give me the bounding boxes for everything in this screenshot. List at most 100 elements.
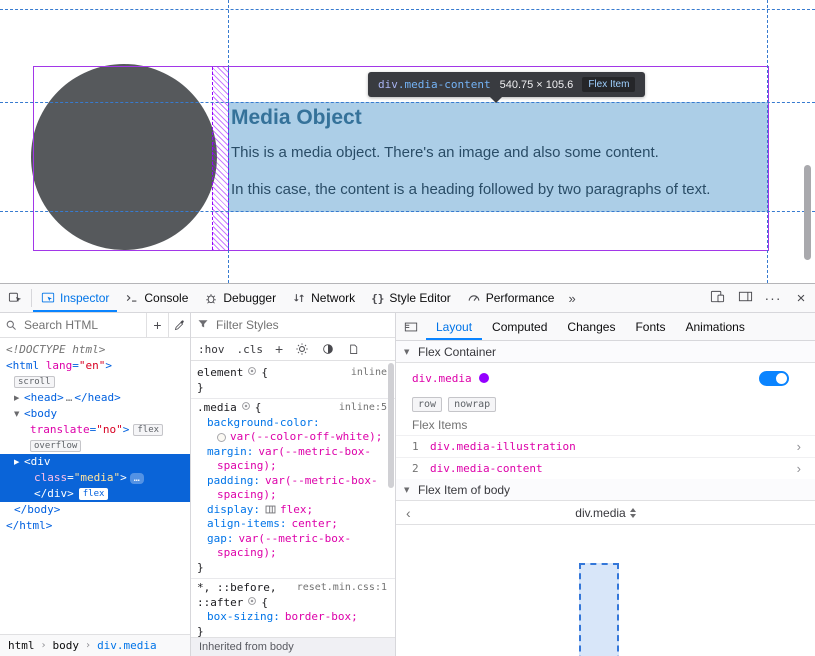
rule-source-link[interactable]: reset.min.css:1 — [297, 581, 395, 596]
property-value[interactable]: var(--metric-box- — [265, 474, 378, 489]
flex-item-selector[interactable]: div.media — [575, 506, 635, 520]
rule-selector[interactable]: .media — [197, 401, 237, 416]
flex-overlay-toggle[interactable] — [759, 371, 789, 386]
tab-inspector[interactable]: Inspector — [33, 284, 117, 312]
tab-fonts[interactable]: Fonts — [625, 313, 675, 340]
devtools-panels: + <!DOCTYPE html> <html lang="en"> scrol… — [0, 313, 815, 656]
tab-console[interactable]: Console — [117, 284, 196, 312]
property-value[interactable]: center; — [291, 517, 337, 532]
tab-computed[interactable]: Computed — [482, 313, 557, 340]
property-name[interactable]: gap: — [207, 532, 234, 547]
pseudo-class-button[interactable]: :hov — [198, 343, 225, 356]
tab-style-editor[interactable]: {} Style Editor — [363, 284, 459, 312]
guide-line-vertical — [767, 0, 768, 283]
infobar-tag: div — [378, 78, 398, 91]
filter-styles-input[interactable] — [214, 317, 395, 333]
tab-performance[interactable]: Performance — [459, 284, 563, 312]
light-scheme-icon[interactable] — [295, 342, 309, 356]
body-attributes-line[interactable]: translate="no">flex — [0, 422, 190, 438]
flex-item-name[interactable]: div.media-illustration — [430, 440, 576, 453]
class-toggle-button[interactable]: .cls — [237, 343, 264, 356]
flex-overlay-color-swatch[interactable] — [479, 373, 489, 383]
back-arrow-icon[interactable]: ‹ — [406, 505, 411, 521]
flex-badge[interactable]: flex — [133, 424, 163, 436]
inspector-icon — [41, 291, 55, 305]
network-icon — [292, 291, 306, 305]
body-close-node[interactable]: </body> — [0, 502, 190, 518]
flex-direction-badges: row nowrap — [396, 393, 815, 415]
tab-layout[interactable]: Layout — [426, 313, 482, 340]
flex-badge-active[interactable]: flex — [79, 488, 109, 500]
property-name[interactable]: margin: — [207, 445, 253, 460]
responsive-design-button[interactable] — [703, 284, 731, 312]
property-value[interactable]: var(--metric-box- — [258, 445, 371, 460]
selected-div-media-node[interactable]: ▶<div class="media">… </div>flex — [0, 454, 190, 502]
body-node[interactable]: ▼<body — [0, 406, 190, 422]
flex-direction-badge: row — [412, 397, 442, 412]
print-media-icon[interactable] — [347, 343, 360, 356]
devtools-toolbar: Inspector Console Debugger Network {} St… — [0, 284, 815, 313]
tab-debugger[interactable]: Debugger — [196, 284, 284, 312]
breadcrumb-html[interactable]: html — [8, 639, 35, 652]
twisty-closed-icon[interactable]: ▶ — [14, 454, 24, 470]
rule-selector[interactable]: *, ::before, — [197, 581, 276, 596]
selector-highlighter-icon[interactable] — [241, 401, 251, 416]
property-name[interactable]: align-items: — [207, 517, 286, 532]
selector-highlighter-icon[interactable] — [247, 596, 257, 611]
breadcrumb-div-media[interactable]: div.media — [97, 639, 157, 652]
property-value[interactable]: var(--color-off-white); — [230, 430, 382, 445]
tab-network[interactable]: Network — [284, 284, 363, 312]
rule-selector[interactable]: ::after — [197, 596, 243, 611]
close-devtools-button[interactable]: × — [787, 284, 815, 312]
selector-highlighter-icon[interactable] — [247, 366, 257, 381]
page-scrollbar[interactable] — [804, 165, 811, 260]
property-name[interactable]: box-sizing: — [207, 610, 280, 625]
inline-ellipsis-button[interactable]: … — [130, 473, 144, 484]
filter-icon — [197, 318, 209, 333]
more-tabs-button[interactable]: » — [562, 284, 581, 312]
search-html-input[interactable] — [22, 317, 146, 333]
html-search-bar: + — [0, 313, 190, 338]
html-node[interactable]: <html lang="en"> — [0, 358, 190, 374]
add-rule-button[interactable]: + — [275, 341, 283, 357]
tab-animations[interactable]: Animations — [675, 313, 754, 340]
rule-source-link[interactable]: inline:5 — [339, 401, 395, 416]
add-node-button[interactable]: + — [146, 313, 168, 337]
dock-options-button[interactable] — [731, 284, 759, 312]
pick-element-button[interactable] — [0, 284, 30, 312]
flex-container-element[interactable]: div.media — [412, 372, 472, 385]
breadcrumb-body[interactable]: body — [53, 639, 80, 652]
head-node[interactable]: ▶<head>…</head> — [0, 390, 190, 406]
property-name[interactable]: padding: — [207, 474, 260, 489]
property-name[interactable]: background-color: — [207, 416, 320, 431]
property-value[interactable]: spacing); — [217, 459, 277, 474]
flex-item-row-1[interactable]: 1 div.media-illustration › — [396, 435, 815, 457]
sidebar-dock-icon[interactable] — [396, 313, 426, 340]
property-value[interactable]: var(--metric-box- — [239, 532, 352, 547]
flex-item-row-2[interactable]: 2 div.media-content › — [396, 457, 815, 479]
property-value[interactable]: spacing); — [217, 546, 277, 561]
rules-scrollbar[interactable] — [388, 363, 394, 488]
twisty-open-icon[interactable]: ▼ — [14, 406, 24, 422]
performance-icon — [467, 291, 481, 305]
flex-container-section-header[interactable]: ▼Flex Container — [396, 341, 815, 363]
twisty-closed-icon[interactable]: ▶ — [14, 390, 24, 406]
flex-display-icon[interactable] — [265, 504, 276, 515]
overflow-badge[interactable]: overflow — [30, 440, 81, 452]
tab-changes[interactable]: Changes — [557, 313, 625, 340]
html-close-node[interactable]: </html> — [0, 518, 190, 534]
scroll-badge[interactable]: scroll — [14, 376, 55, 388]
flex-item-section-header[interactable]: ▼Flex Item of body — [396, 479, 815, 501]
devtools-menu-button[interactable]: ··· — [759, 284, 787, 312]
flex-item-name[interactable]: div.media-content — [430, 462, 543, 475]
property-value[interactable]: spacing); — [217, 488, 277, 503]
eyedropper-button[interactable] — [168, 313, 190, 337]
search-icon — [0, 319, 22, 332]
dark-scheme-icon[interactable] — [321, 342, 335, 356]
doctype-node[interactable]: <!DOCTYPE html> — [0, 342, 190, 358]
property-value[interactable]: border-box; — [285, 610, 358, 625]
color-swatch[interactable] — [217, 433, 226, 442]
property-value[interactable]: flex; — [280, 503, 313, 518]
rule-selector[interactable]: element — [197, 366, 243, 381]
property-name[interactable]: display: — [207, 503, 260, 518]
